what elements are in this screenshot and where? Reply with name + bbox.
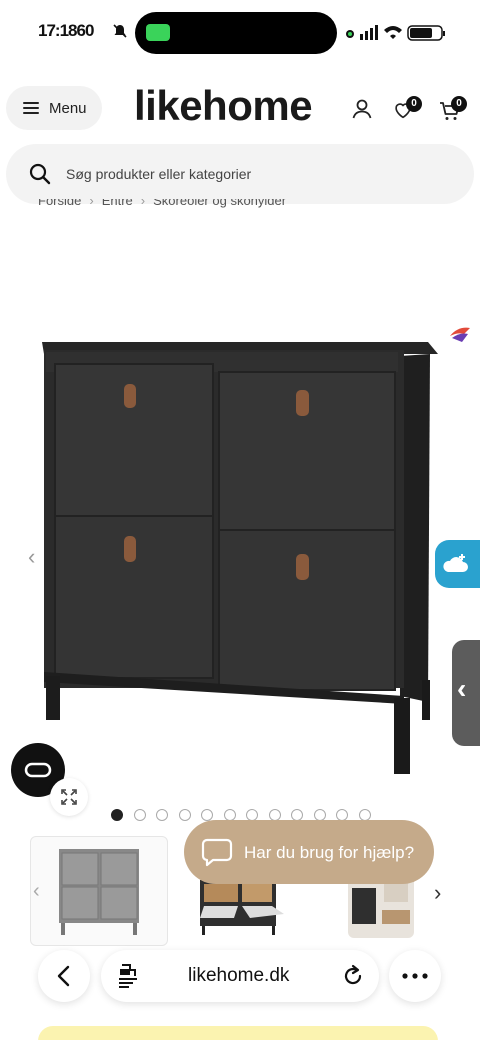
thumbnail-3[interactable] <box>348 876 414 938</box>
chevron-left-icon <box>57 965 70 987</box>
zoom-button[interactable] <box>50 778 88 816</box>
reader-mode-icon <box>119 964 137 988</box>
weather-widget-button[interactable] <box>435 540 480 588</box>
thumbnail-grey-cabinet <box>59 849 139 935</box>
thumbnail-1[interactable] <box>30 836 168 946</box>
breadcrumb-item-home[interactable]: Forside <box>38 199 81 208</box>
help-chat-button[interactable]: Har du brug for hjælp? <box>184 820 434 884</box>
gallery-dot[interactable] <box>156 809 168 821</box>
breadcrumb-item-entre[interactable]: Entré <box>102 199 133 208</box>
gallery-dot[interactable] <box>111 809 123 821</box>
status-time: 17:1860 <box>38 21 94 40</box>
thumbnail-prev-arrow[interactable]: ‹ <box>33 880 40 903</box>
wishlist-count-badge: 0 <box>406 96 422 112</box>
thumbnail-next-arrow[interactable]: › <box>434 880 441 906</box>
breadcrumb: Forside › Entré › Skoreoler og skohylder <box>38 199 286 215</box>
dynamic-island <box>135 12 337 54</box>
search-input[interactable] <box>66 161 446 187</box>
status-bar: 17:1860 <box>0 0 480 64</box>
gallery-dot[interactable] <box>133 809 146 821</box>
silent-bell-icon <box>113 24 127 38</box>
breadcrumb-item-category[interactable]: Skoreoler og skohylder <box>153 199 286 208</box>
reload-icon[interactable] <box>341 964 365 988</box>
hamburger-icon <box>23 102 39 114</box>
loop-icon <box>24 762 52 778</box>
cloud-plus-icon <box>443 554 468 572</box>
cart-button[interactable]: 0 <box>436 96 470 127</box>
account-icon[interactable] <box>350 97 374 121</box>
search-bar[interactable] <box>6 144 474 204</box>
breadcrumb-separator: › <box>89 199 94 208</box>
menu-button[interactable]: Menu <box>6 86 102 130</box>
help-chat-label: Har du brug for hjælp? <box>244 843 415 862</box>
more-dots-icon <box>402 973 428 979</box>
thumbnail-open-cabinet <box>200 880 284 935</box>
gallery-dot[interactable] <box>201 809 213 821</box>
promo-banner-peek[interactable] <box>38 1026 438 1040</box>
facetime-camera-icon <box>146 24 170 41</box>
wishlist-button[interactable]: 0 <box>390 96 424 127</box>
breadcrumb-separator: › <box>140 199 146 208</box>
search-icon <box>29 163 51 185</box>
site-logo[interactable]: likehome <box>134 82 313 130</box>
browser-more-button[interactable] <box>389 950 441 1002</box>
browser-back-button[interactable] <box>38 950 90 1002</box>
side-panel-handle[interactable]: ‹ <box>452 640 480 746</box>
menu-label: Menu <box>49 99 87 117</box>
cart-count-badge: 0 <box>451 96 467 112</box>
chevron-left-icon: ‹ <box>457 673 467 704</box>
product-image-shoe-cabinet[interactable] <box>30 320 450 790</box>
chat-bubble-icon <box>201 838 233 867</box>
expand-icon <box>61 789 77 805</box>
gallery-dot[interactable] <box>178 809 191 821</box>
signal-wifi-battery-icon <box>346 25 445 41</box>
url-text: likehome.dk <box>188 965 290 986</box>
address-bar[interactable]: likehome.dk <box>101 950 379 1002</box>
brand-badge-icon[interactable] <box>440 308 480 360</box>
gallery-prev-arrow[interactable]: ‹ <box>28 544 35 570</box>
thumbnail-room-scene <box>348 876 414 938</box>
